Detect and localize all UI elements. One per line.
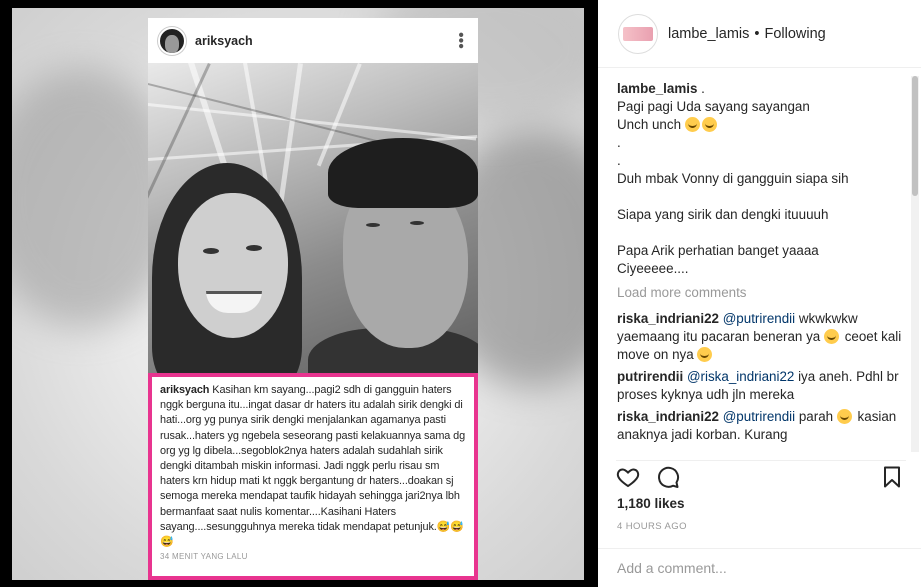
caption-line bbox=[617, 224, 905, 242]
post-sidebar: lambe_lamis • Following lambe_lamis . Pagi… bbox=[598, 0, 921, 587]
comments-list[interactable]: lambe_lamis . Pagi pagi Uda sayang sayan… bbox=[617, 80, 905, 452]
caption-line: Papa Arik perhatian banget yaaaa bbox=[617, 243, 819, 258]
add-comment-bar bbox=[598, 548, 921, 587]
heart-icon[interactable] bbox=[616, 465, 640, 489]
caption-line: Pagi pagi Uda sayang sayangan bbox=[617, 99, 810, 114]
post-timestamp[interactable]: 4 HOURS AGO bbox=[617, 521, 687, 532]
comment-item: putrirendii @riska_indriani22 iya aneh. … bbox=[617, 368, 905, 404]
comment-item: riska_indriani22 @putrirendii wkwkwkw ya… bbox=[617, 310, 905, 364]
embedded-caption: ariksyach Kasihan km sayang...pagi2 sdh … bbox=[160, 383, 466, 550]
embedded-post-time: 34 MENIT YANG LALU bbox=[160, 552, 248, 562]
couple-photo bbox=[148, 63, 478, 383]
comment-text: parah bbox=[795, 409, 837, 424]
caption-line bbox=[617, 188, 905, 206]
caption-line: Ciyeeeee.... bbox=[617, 261, 689, 276]
media-background: ariksyach ••• ariksyach Kasihan km sayan… bbox=[12, 8, 584, 580]
likes-count[interactable]: 1,180 likes bbox=[617, 496, 685, 511]
comment-username[interactable]: riska_indriani22 bbox=[617, 409, 719, 424]
comments-scrollbar[interactable] bbox=[911, 76, 919, 452]
post-header: lambe_lamis • Following bbox=[598, 0, 921, 68]
highlighted-caption: ariksyach Kasihan km sayang...pagi2 sdh … bbox=[148, 373, 478, 580]
author-line: lambe_lamis • Following bbox=[668, 26, 826, 42]
comment-item: riska_indriani22 @putrirendii parah kasi… bbox=[617, 408, 905, 444]
embedded-caption-username: ariksyach bbox=[160, 384, 210, 396]
scrollbar-thumb[interactable] bbox=[912, 76, 918, 196]
embedded-username: ariksyach bbox=[195, 33, 253, 48]
caption-line: . bbox=[617, 153, 621, 168]
woman-eye bbox=[246, 245, 262, 251]
comment-bubble-icon[interactable] bbox=[656, 465, 680, 489]
caption-text: Unch unch bbox=[617, 117, 685, 132]
caption-line: Siapa yang sirik dan dengki ituuuuh bbox=[617, 207, 829, 222]
author-avatar[interactable] bbox=[618, 13, 658, 54]
comment-mention[interactable]: @putrirendii bbox=[723, 311, 795, 326]
woman-face bbox=[178, 193, 288, 338]
author-username[interactable]: lambe_lamis bbox=[668, 26, 749, 42]
caption-line: Unch unch bbox=[617, 116, 905, 134]
bookmark-icon[interactable] bbox=[880, 465, 904, 489]
smile-emoji-icon bbox=[697, 347, 713, 362]
caption-username[interactable]: lambe_lamis bbox=[617, 81, 697, 96]
embedded-post-header: ariksyach ••• bbox=[148, 18, 478, 63]
man-eye bbox=[366, 223, 380, 227]
woman-eye bbox=[203, 248, 219, 254]
caption-line: . bbox=[617, 135, 621, 150]
caption-line: Duh mbak Vonny di gangguin siapa sih bbox=[617, 171, 849, 186]
man-hair bbox=[328, 138, 478, 208]
man-eye bbox=[410, 221, 424, 225]
laughing-emoji-icon bbox=[823, 329, 839, 344]
follow-status-button[interactable]: Following bbox=[764, 26, 825, 42]
embedded-avatar bbox=[158, 26, 186, 55]
ceiling-beam bbox=[148, 103, 477, 141]
embedded-caption-text: Kasihan km sayang...pagi2 sdh di ganggui… bbox=[160, 384, 466, 533]
comment-input[interactable] bbox=[617, 560, 897, 576]
load-more-comments-link[interactable]: Load more comments bbox=[617, 284, 905, 302]
smile-emoji-icon bbox=[684, 117, 700, 132]
follow-separator: • bbox=[754, 25, 760, 42]
post-actions bbox=[616, 460, 906, 488]
caption-line: lambe_lamis . bbox=[617, 80, 905, 98]
post-media[interactable]: ariksyach ••• ariksyach Kasihan km sayan… bbox=[0, 0, 598, 587]
comment-mention[interactable]: @riska_indriani22 bbox=[687, 369, 794, 384]
caption-text: . bbox=[697, 81, 705, 96]
smile-emoji-icon bbox=[701, 117, 717, 132]
comment-username[interactable]: riska_indriani22 bbox=[617, 311, 719, 326]
embedded-instagram-post: ariksyach ••• ariksyach Kasihan km sayan… bbox=[148, 18, 478, 580]
comment-username[interactable]: putrirendii bbox=[617, 369, 683, 384]
thinking-emoji-icon bbox=[836, 409, 852, 424]
comment-mention[interactable]: @putrirendii bbox=[723, 409, 795, 424]
more-options-icon: ••• bbox=[452, 32, 469, 49]
